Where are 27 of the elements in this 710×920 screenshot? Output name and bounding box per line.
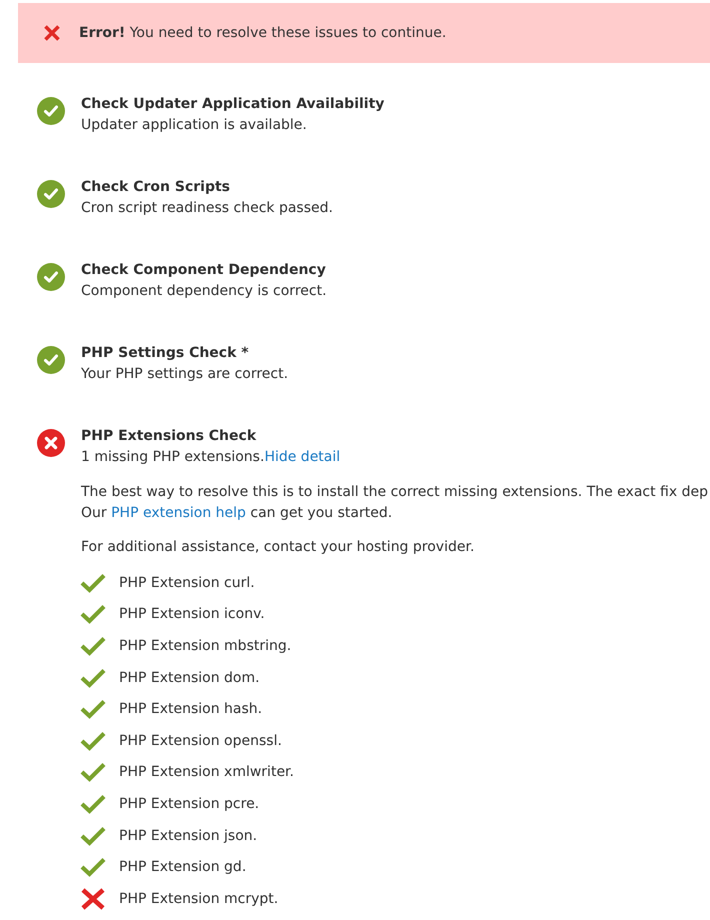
hide-detail-link[interactable]: Hide detail: [264, 449, 340, 465]
check-description: Component dependency is correct.: [81, 283, 327, 299]
extension-label: PHP Extension curl.: [119, 574, 255, 591]
help-paragraph: The best way to resolve this is to install the correct missing extensions. The exact fix dep Our PHP extension help can get you started.: [81, 483, 709, 523]
extension-help-link[interactable]: PHP extension help: [111, 505, 246, 521]
check-title: Check Updater Application Availability: [81, 95, 386, 114]
check-description: Cron script readiness check passed.: [81, 200, 333, 216]
extension-label: PHP Extension pcre.: [119, 796, 260, 812]
check-description: Updater application is available.: [81, 117, 307, 133]
check-description: 1 missing PHP extensions.: [81, 449, 264, 465]
check-title: PHP Settings Check *: [81, 344, 250, 363]
extension-label: PHP Extension json.: [119, 828, 258, 844]
check-title: Check Cron Scripts: [81, 178, 231, 197]
extension-label: PHP Extension dom.: [119, 670, 260, 686]
extension-label: PHP Extension openssl.: [119, 732, 282, 749]
extension-label: PHP Extension xmlwriter.: [119, 764, 294, 780]
check-description: Your PHP settings are correct.: [81, 366, 288, 382]
extension-label: PHP Extension hash.: [119, 701, 262, 718]
extension-label: PHP Extension mbstring.: [119, 638, 292, 654]
extension-label: PHP Extension gd.: [119, 859, 246, 876]
extension-label: PHP Extension iconv.: [119, 606, 265, 622]
extension-label: PHP Extension mcrypt.: [119, 890, 278, 907]
assistance-note: For additional assistance, contact your hosting provider.: [81, 538, 476, 557]
check-title: PHP Extensions Check: [81, 427, 258, 446]
cross-icon: [43, 24, 61, 42]
alert-message: Error! You need to resolve these issues to continue.: [79, 25, 446, 41]
check-title: Check Component Dependency: [81, 261, 327, 280]
